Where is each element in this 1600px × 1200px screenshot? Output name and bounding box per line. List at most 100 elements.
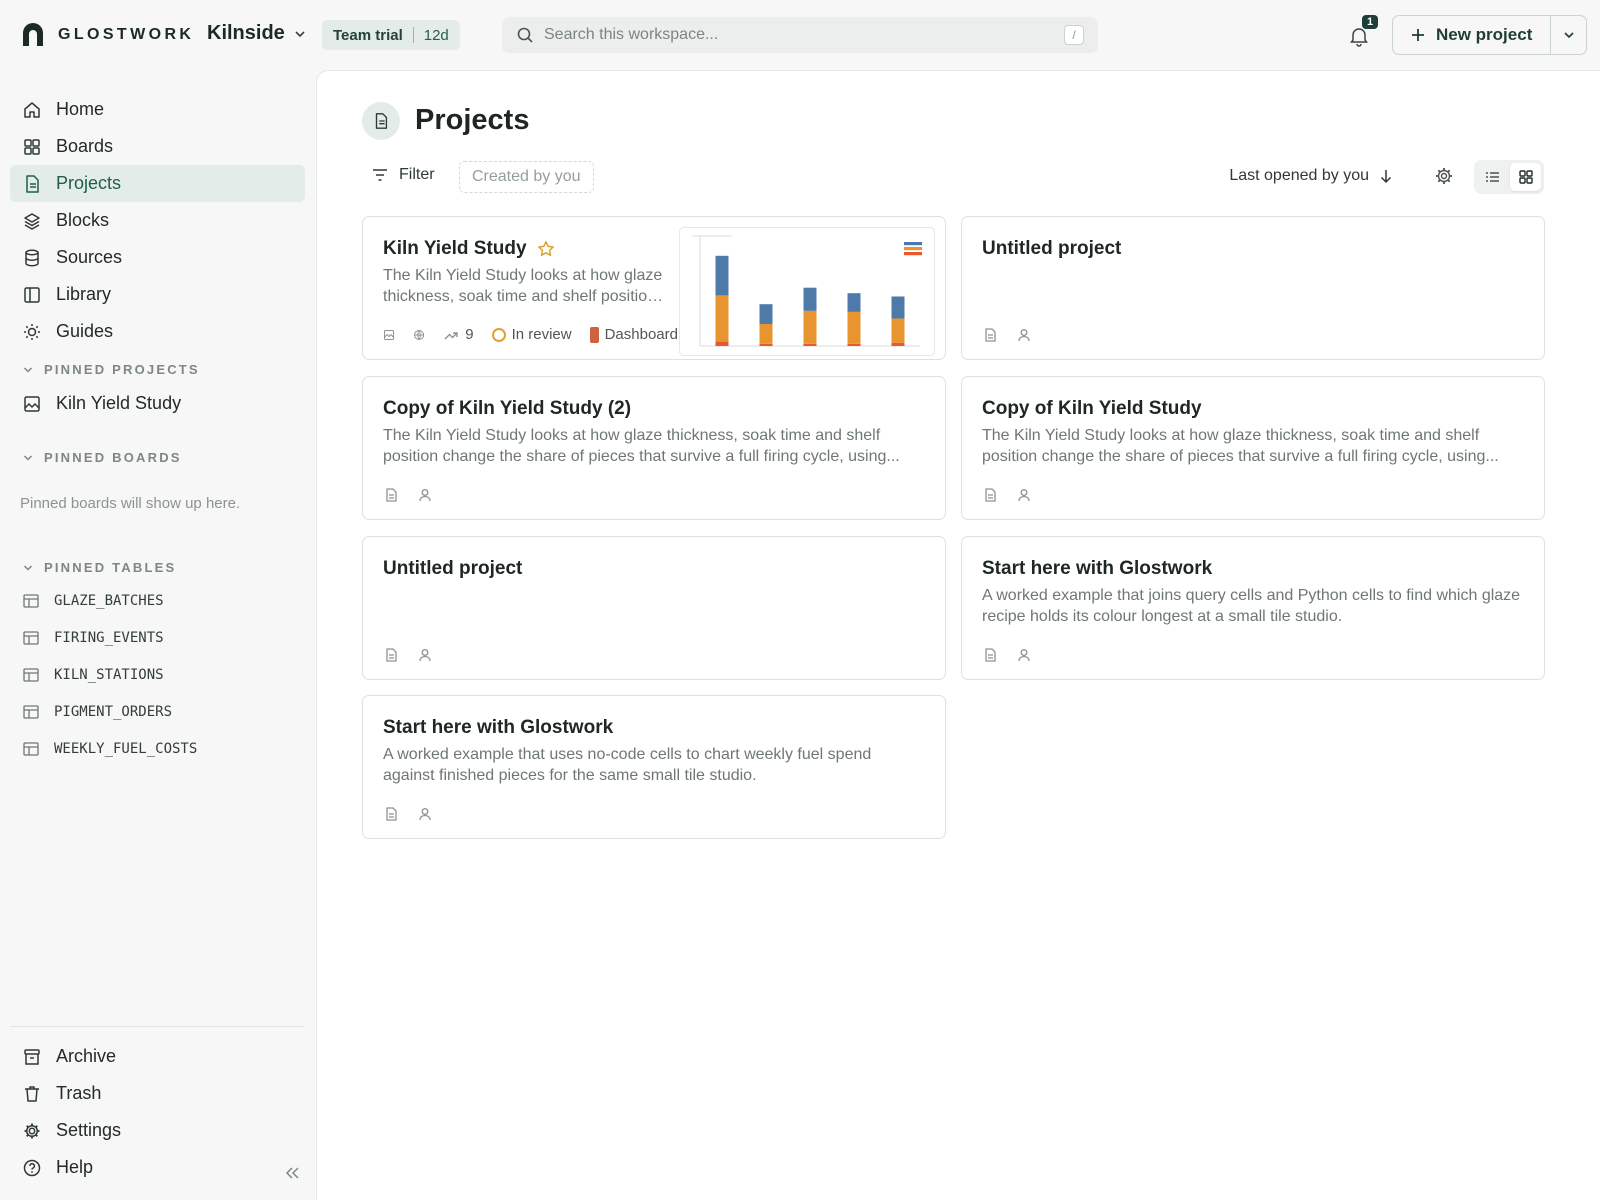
search-bar[interactable]: / — [502, 17, 1098, 53]
project-card[interactable]: Untitled project — [961, 216, 1545, 360]
document-icon — [386, 488, 397, 502]
project-card-meta — [383, 487, 433, 503]
bar-segment — [759, 304, 773, 324]
document-icon — [386, 807, 397, 821]
search-input[interactable] — [544, 26, 1064, 44]
trial-divider — [412, 27, 414, 43]
project-card-meta — [383, 647, 433, 663]
bar-segment — [847, 311, 861, 344]
pinned-boards-heading[interactable]: PINNED BOARDS — [22, 450, 182, 465]
workspace-switcher[interactable]: Kilnside — [207, 22, 307, 45]
trash-icon — [22, 1084, 42, 1104]
bar-segment — [847, 343, 861, 346]
table-icon — [23, 594, 39, 608]
sidebar-divider — [10, 1026, 305, 1027]
sidebar-item-projects[interactable]: Projects — [10, 165, 305, 202]
stacked-bar-chart — [692, 235, 922, 347]
bar-segment — [759, 324, 773, 344]
pinned-table-item[interactable]: FIRING_EVENTS — [10, 621, 305, 655]
section-label: PINNED PROJECTS — [44, 362, 200, 377]
star-icon[interactable] — [537, 240, 555, 258]
grid-view-button[interactable] — [1510, 163, 1541, 191]
pinned-table-item[interactable]: GLAZE_BATCHES — [10, 584, 305, 618]
sidebar-item-guides[interactable]: Guides — [10, 313, 305, 350]
table-icon — [23, 705, 39, 719]
pinned-projects-heading[interactable]: PINNED PROJECTS — [22, 362, 200, 377]
page-icon — [362, 102, 400, 140]
project-card-description: The Kiln Yield Study looks at how glaze … — [383, 427, 900, 465]
new-project-options-button[interactable] — [1550, 16, 1586, 54]
sidebar-item-help[interactable]: Help — [10, 1149, 265, 1186]
brand-logo[interactable]: GLOSTWORK — [20, 22, 194, 48]
bar-segment — [803, 287, 817, 311]
top-bar: GLOSTWORK Kilnside Team trial 12d / 1 Ne… — [0, 0, 1600, 70]
pinned-project-item[interactable]: Kiln Yield Study — [10, 385, 305, 422]
pinned-table-item[interactable]: WEEKLY_FUEL_COSTS — [10, 732, 305, 766]
chevron-down-icon — [23, 454, 33, 461]
status-ring-icon — [491, 327, 506, 342]
collapse-sidebar-button[interactable] — [281, 1162, 303, 1184]
sort-label: Last opened by you — [1229, 167, 1369, 184]
status-badge[interactable]: In review — [491, 326, 572, 343]
sidebar-item-trash[interactable]: Trash — [10, 1075, 305, 1112]
project-card[interactable]: Untitled project — [362, 536, 946, 680]
view-settings-button[interactable] — [1434, 166, 1456, 188]
project-card-meta — [982, 647, 1032, 663]
user-icon — [1018, 489, 1030, 502]
project-thumbnail-chart — [679, 227, 935, 356]
sidebar-item-settings[interactable]: Settings — [10, 1112, 305, 1149]
image-icon — [384, 329, 395, 340]
bar-segment — [891, 318, 905, 343]
pinned-tables-heading[interactable]: PINNED TABLES — [22, 560, 176, 575]
pinned-table-item[interactable]: KILN_STATIONS — [10, 658, 305, 692]
table-icon — [23, 668, 39, 682]
project-card[interactable]: Copy of Kiln Yield Study (2) The Kiln Yi… — [362, 376, 946, 520]
sidebar-item-blocks[interactable]: Blocks — [10, 202, 305, 239]
chevron-down-icon — [295, 30, 305, 37]
project-card-meta: 9 In review Dashboard — [383, 326, 678, 343]
project-card-description: A worked example that uses no-code cells… — [383, 746, 872, 784]
project-card[interactable]: Copy of Kiln Yield Study The Kiln Yield … — [961, 376, 1545, 520]
globe-icon — [414, 329, 425, 340]
search-shortcut-key: / — [1064, 25, 1084, 45]
bar-segment — [715, 341, 729, 346]
notification-count-badge: 1 — [1362, 15, 1379, 29]
project-card[interactable]: Kiln Yield Study The Kiln Yield Study lo… — [362, 216, 946, 360]
notifications-button[interactable]: 1 — [1346, 15, 1379, 50]
sidebar-item-boards[interactable]: Boards — [10, 128, 305, 165]
sidebar-item-label: Boards — [56, 136, 114, 156]
sidebar-item-home[interactable]: Home — [10, 91, 305, 128]
pinned-boards-empty-note: Pinned boards will show up here. — [20, 495, 241, 512]
tag-badge[interactable]: Dashboard — [589, 326, 678, 343]
document-icon — [985, 328, 996, 342]
filter-button[interactable]: Filter — [371, 166, 435, 184]
legend-swatch — [904, 252, 922, 256]
project-card-description: The Kiln Yield Study looks at how glaze … — [982, 427, 1499, 465]
sidebar-item-sources[interactable]: Sources — [10, 239, 305, 276]
created-by-you-filter-chip[interactable]: Created by you — [459, 161, 594, 193]
help-icon — [22, 1158, 42, 1178]
filter-label: Filter — [399, 166, 435, 183]
trial-badge[interactable]: Team trial 12d — [322, 20, 460, 50]
grid-icon — [22, 137, 42, 157]
sidebar-item-library[interactable]: Library — [10, 276, 305, 313]
lightbulb-icon — [22, 322, 42, 342]
pinned-table-label: PIGMENT_ORDERS — [54, 704, 173, 720]
trial-label: Team trial — [333, 26, 403, 44]
sidebar-item-label: Sources — [56, 247, 123, 267]
user-icon — [419, 649, 431, 662]
bar-segment — [847, 293, 861, 312]
pinned-table-item[interactable]: PIGMENT_ORDERS — [10, 695, 305, 729]
sidebar-item-label: Archive — [56, 1046, 117, 1066]
project-card[interactable]: Start here with Glostwork A worked examp… — [961, 536, 1545, 680]
search-icon — [517, 27, 533, 43]
sidebar-item-archive[interactable]: Archive — [10, 1038, 305, 1075]
sort-button[interactable]: Last opened by you — [1229, 167, 1393, 185]
arrow-down-icon — [1380, 170, 1392, 184]
project-card[interactable]: Start here with Glostwork A worked examp… — [362, 695, 946, 839]
chevron-down-icon — [23, 564, 33, 571]
list-view-button[interactable] — [1477, 163, 1508, 191]
sidebar-item-label: Help — [56, 1157, 94, 1177]
new-project-button[interactable]: New project — [1393, 16, 1550, 54]
pinned-table-label: FIRING_EVENTS — [54, 630, 164, 646]
